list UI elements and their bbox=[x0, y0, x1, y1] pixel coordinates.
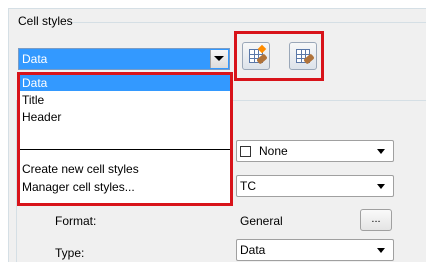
chevron-down-icon bbox=[377, 149, 385, 154]
cell-styles-group-title: Cell styles bbox=[18, 14, 73, 28]
fill-color-dropdown[interactable]: None bbox=[236, 140, 394, 162]
cell-style-combobox[interactable] bbox=[18, 48, 230, 70]
type-dropdown[interactable]: Data bbox=[236, 239, 394, 261]
cell-style-combobox-value: Data bbox=[22, 52, 48, 66]
color-swatch bbox=[240, 146, 251, 157]
highlight-toolbar-box bbox=[234, 31, 324, 81]
type-label: Type: bbox=[55, 246, 85, 260]
alignment-value: TC bbox=[240, 179, 256, 193]
format-browse-button[interactable]: ... bbox=[360, 209, 392, 231]
chevron-down-icon bbox=[377, 248, 385, 253]
chevron-down-icon bbox=[214, 56, 224, 61]
alignment-dropdown[interactable]: TC bbox=[236, 175, 394, 197]
fill-color-value: None bbox=[259, 144, 288, 158]
highlight-list-box bbox=[17, 72, 233, 206]
group-divider bbox=[70, 22, 426, 23]
format-label: Format: bbox=[55, 214, 97, 228]
type-value: Data bbox=[240, 243, 266, 257]
chevron-down-icon bbox=[377, 184, 385, 189]
format-value: General bbox=[240, 214, 283, 228]
